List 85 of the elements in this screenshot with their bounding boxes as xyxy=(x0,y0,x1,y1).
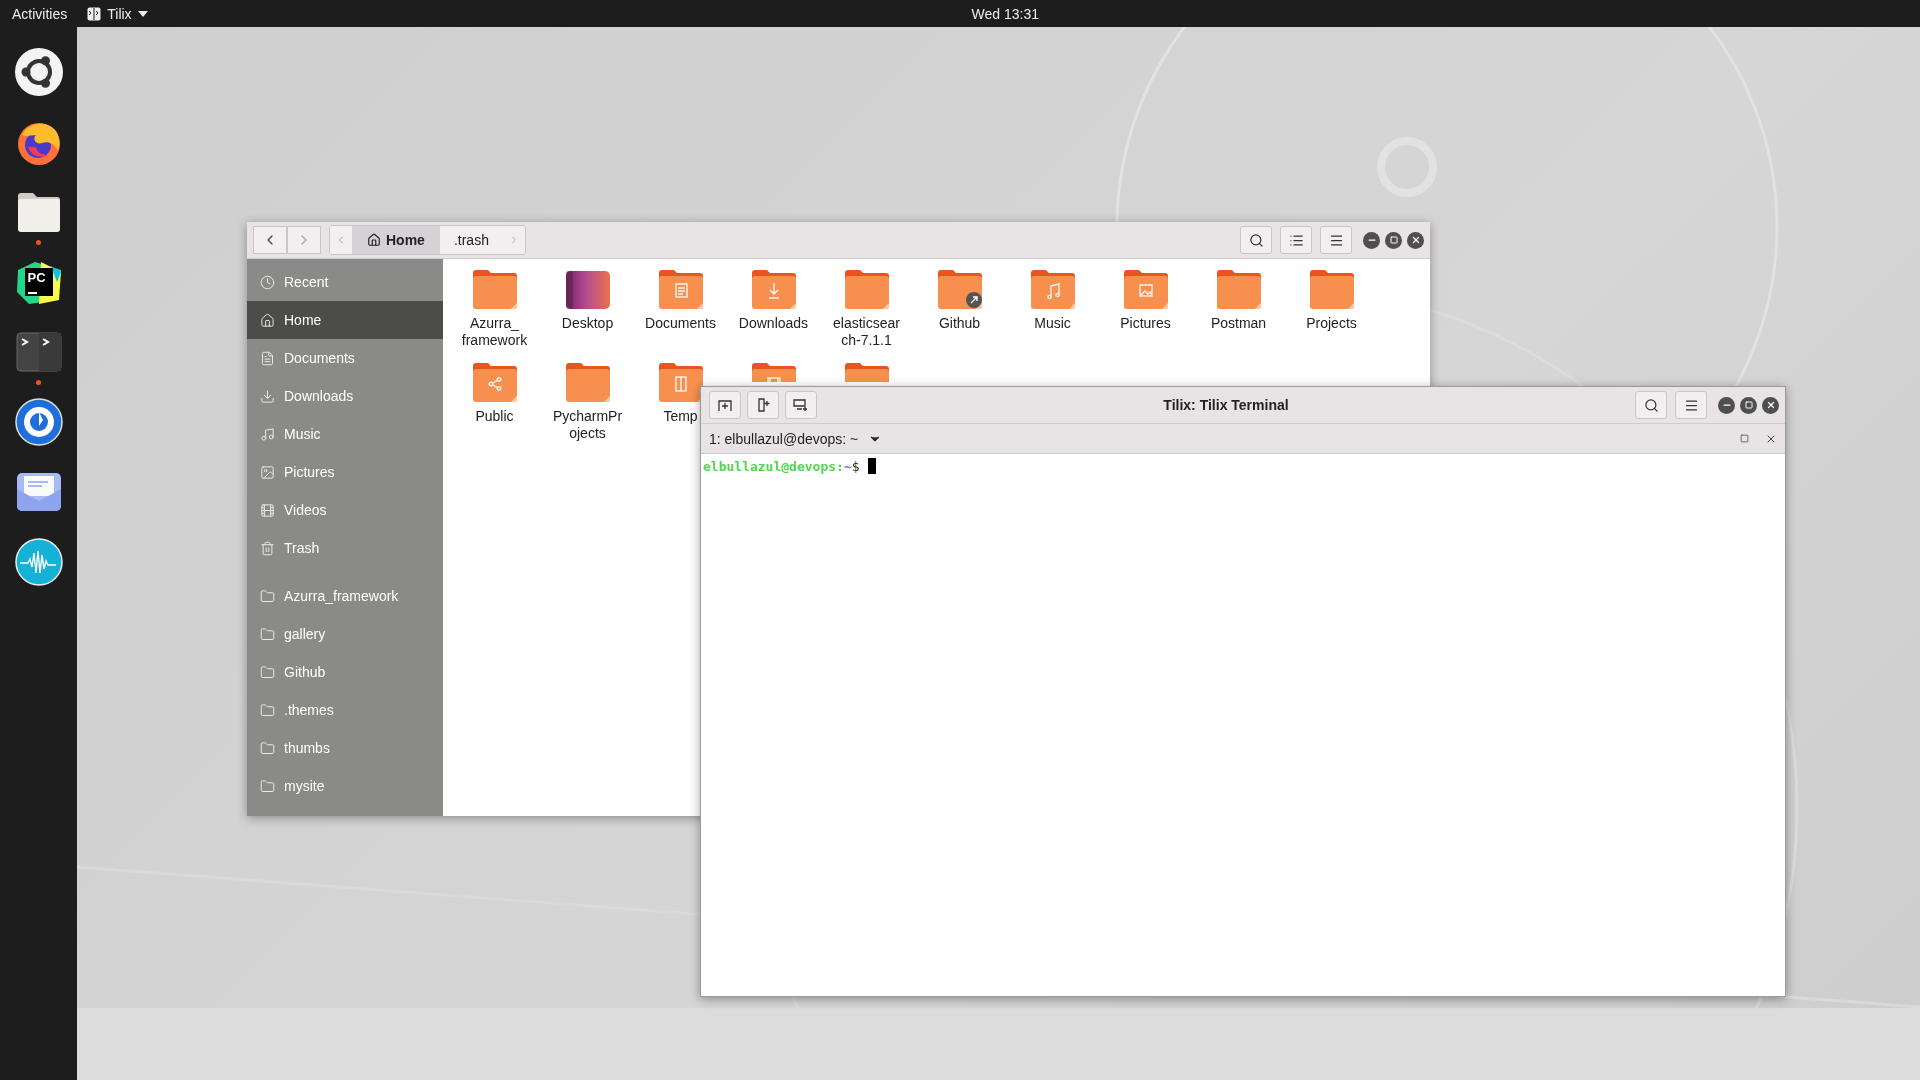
menu-button[interactable] xyxy=(1675,391,1707,419)
menu-icon xyxy=(1328,232,1344,248)
folder-icon xyxy=(842,267,891,311)
minimize-button[interactable] xyxy=(1363,231,1380,249)
download-icon xyxy=(260,388,275,404)
mail-icon[interactable] xyxy=(14,471,63,513)
folder-icon xyxy=(470,267,519,311)
folder-label[interactable]: Documents xyxy=(645,315,716,332)
folder-icon xyxy=(1307,267,1356,311)
folder-label[interactable]: Azurra_ framework xyxy=(450,315,539,349)
split-terminal-icon[interactable] xyxy=(15,332,62,372)
folder-icon xyxy=(656,267,705,311)
folder-label[interactable]: Temp xyxy=(663,408,698,425)
logo-text: PC xyxy=(27,270,47,285)
split-terminal-icon xyxy=(87,6,102,21)
folder-label[interactable]: Github xyxy=(938,315,981,332)
clock-icon xyxy=(260,274,275,290)
folder-icon xyxy=(260,626,275,642)
maximize-icon xyxy=(1740,434,1749,443)
folder-label[interactable]: Music xyxy=(1034,315,1071,332)
split-right-icon xyxy=(718,398,732,412)
folder-icon xyxy=(260,702,275,718)
folder-icon xyxy=(563,360,612,404)
home-icon xyxy=(367,233,381,247)
home-icon xyxy=(260,312,275,328)
folder-icon xyxy=(260,740,275,756)
folder-label[interactable]: Public xyxy=(475,408,514,425)
folder-icon xyxy=(1028,267,1077,311)
menu-icon xyxy=(1683,397,1699,413)
image-icon xyxy=(260,464,275,480)
terminal-prompt: elbullazul@devops:~$ xyxy=(703,458,1783,474)
caret-icon xyxy=(137,10,148,17)
app-menu[interactable]: Tilix xyxy=(79,5,156,22)
close-button[interactable] xyxy=(1407,231,1424,249)
minimize-button[interactable] xyxy=(1718,396,1735,414)
folder-icon xyxy=(935,267,984,311)
menu-button[interactable] xyxy=(1320,226,1352,254)
path-button[interactable]: Home xyxy=(352,226,439,254)
close-icon xyxy=(1410,235,1421,245)
folder-label[interactable]: elasticsear ch-7.1.1 xyxy=(822,315,911,349)
maximize-button[interactable] xyxy=(1740,396,1757,414)
trash-icon xyxy=(260,540,275,556)
chat-icon[interactable] xyxy=(14,398,63,446)
split-down-icon xyxy=(756,398,770,412)
maximize-icon xyxy=(1389,236,1398,244)
sound-wave-icon[interactable] xyxy=(14,538,63,586)
search-button[interactable] xyxy=(1635,391,1667,419)
maximize-terminal-button[interactable] xyxy=(1740,434,1749,443)
folder-label[interactable]: Downloads xyxy=(738,315,809,332)
clock[interactable]: Wed 13:31 xyxy=(971,5,1039,22)
monitor-plus-icon xyxy=(793,398,809,412)
session-dropdown[interactable]: 1: elbullazul@devops: ~ xyxy=(709,430,883,447)
folder-label[interactable]: PycharmPr ojects xyxy=(543,408,632,442)
search-icon xyxy=(1248,232,1264,248)
sidebar-item[interactable]: Home xyxy=(247,301,443,339)
search-icon xyxy=(1643,397,1659,413)
close-icon xyxy=(1765,400,1776,410)
window-title: Tilix: Tilix Terminal xyxy=(1162,397,1290,413)
folder-icon xyxy=(260,778,275,794)
folder-label[interactable]: Projects xyxy=(1306,315,1357,332)
music-note-icon xyxy=(260,426,275,442)
folder-label[interactable]: Desktop xyxy=(561,315,614,332)
folder-icon xyxy=(749,267,798,311)
close-button[interactable] xyxy=(1762,396,1779,414)
document-icon xyxy=(260,350,275,366)
add-terminal-right-button[interactable] xyxy=(709,391,741,419)
folder-icon xyxy=(470,360,519,404)
folder-icon xyxy=(1214,267,1263,311)
folder-icon xyxy=(260,588,275,604)
list-view-button[interactable] xyxy=(1280,226,1312,254)
folder-icon xyxy=(1121,267,1170,311)
folder-icon xyxy=(260,664,275,680)
folder-label[interactable]: Pictures xyxy=(1120,315,1171,332)
film-icon xyxy=(260,502,275,518)
list-icon xyxy=(1288,232,1304,248)
folder-label[interactable]: Postman xyxy=(1210,315,1267,332)
maximize-button[interactable] xyxy=(1385,231,1402,249)
text-cursor xyxy=(867,458,876,474)
add-terminal-down-button[interactable] xyxy=(747,391,779,419)
search-button[interactable] xyxy=(1240,226,1272,254)
path-button[interactable]: .trash xyxy=(438,226,503,254)
activities-button[interactable]: Activities xyxy=(0,5,80,22)
new-session-button[interactable] xyxy=(785,391,817,419)
maximize-icon xyxy=(1744,401,1753,409)
circle-logo-icon[interactable] xyxy=(13,47,64,97)
